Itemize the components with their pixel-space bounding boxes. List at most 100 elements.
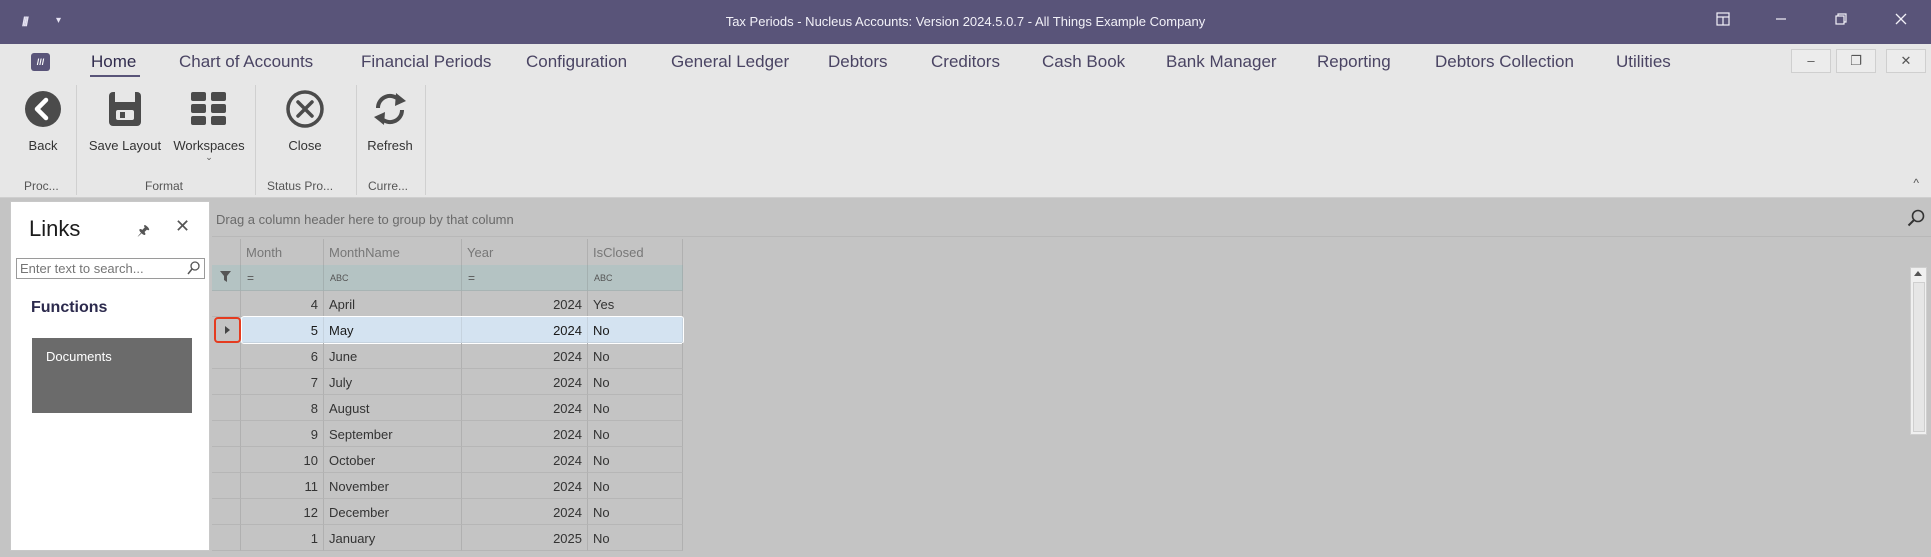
layout-icon[interactable] xyxy=(1710,10,1736,34)
cell-monthname[interactable]: July xyxy=(324,369,462,395)
cell-monthname[interactable]: October xyxy=(324,447,462,473)
table-row[interactable]: 9 September 2024 No xyxy=(212,421,683,447)
tab-bank-manager[interactable]: Bank Manager xyxy=(1166,52,1277,72)
back-button[interactable]: Back xyxy=(20,88,66,153)
cell-isclosed[interactable]: No xyxy=(588,447,683,473)
row-indicator[interactable] xyxy=(212,447,241,473)
cell-isclosed[interactable]: No xyxy=(588,395,683,421)
app-logo-icon[interactable]: /// xyxy=(31,53,50,71)
cell-isclosed[interactable]: No xyxy=(588,369,683,395)
tab-cash-book[interactable]: Cash Book xyxy=(1042,52,1125,72)
refresh-button[interactable]: Refresh xyxy=(362,88,418,153)
filter-year[interactable]: = xyxy=(462,265,588,291)
table-row[interactable]: 7 July 2024 No xyxy=(212,369,683,395)
table-row[interactable]: 6 June 2024 No xyxy=(212,343,683,369)
cell-isclosed[interactable]: No xyxy=(588,473,683,499)
tab-general-ledger[interactable]: General Ledger xyxy=(671,52,789,72)
tab-utilities[interactable]: Utilities xyxy=(1616,52,1671,72)
row-indicator[interactable] xyxy=(212,343,241,369)
cell-year[interactable]: 2024 xyxy=(462,447,588,473)
cell-monthname[interactable]: December xyxy=(324,499,462,525)
tab-reporting[interactable]: Reporting xyxy=(1317,52,1391,72)
close-window-icon[interactable] xyxy=(1888,10,1914,34)
cell-month[interactable]: 7 xyxy=(241,369,324,395)
table-row[interactable]: 11 November 2024 No xyxy=(212,473,683,499)
focused-row-indicator[interactable] xyxy=(214,317,241,343)
cell-year[interactable]: 2024 xyxy=(462,317,588,343)
row-indicator[interactable] xyxy=(212,473,241,499)
table-row[interactable]: 12 December 2024 No xyxy=(212,499,683,525)
cell-isclosed[interactable]: No xyxy=(588,343,683,369)
cell-isclosed[interactable]: No xyxy=(588,499,683,525)
mdi-minimize-icon[interactable]: – xyxy=(1791,49,1831,73)
scroll-thumb[interactable] xyxy=(1913,282,1925,432)
cell-month[interactable]: 6 xyxy=(241,343,324,369)
row-indicator[interactable] xyxy=(212,421,241,447)
cell-monthname[interactable]: August xyxy=(324,395,462,421)
cell-monthname[interactable]: November xyxy=(324,473,462,499)
tab-creditors[interactable]: Creditors xyxy=(931,52,1000,72)
workspaces-button[interactable]: Workspaces ⌄ xyxy=(171,88,247,163)
cell-year[interactable]: 2024 xyxy=(462,421,588,447)
cell-year[interactable]: 2024 xyxy=(462,343,588,369)
cell-year[interactable]: 2025 xyxy=(462,525,588,551)
filter-isclosed[interactable]: ABC xyxy=(588,265,683,291)
cell-year[interactable]: 2024 xyxy=(462,499,588,525)
row-indicator[interactable] xyxy=(212,525,241,551)
cell-month[interactable]: 9 xyxy=(241,421,324,447)
cell-year[interactable]: 2024 xyxy=(462,473,588,499)
grid-search-icon[interactable] xyxy=(1907,209,1925,232)
tab-home[interactable]: Home xyxy=(91,52,136,72)
close-panel-icon[interactable]: ✕ xyxy=(175,216,190,237)
column-header-month[interactable]: Month xyxy=(241,239,324,265)
minimize-icon[interactable] xyxy=(1768,10,1794,34)
cell-month[interactable]: 5 xyxy=(241,317,324,343)
cell-month[interactable]: 12 xyxy=(241,499,324,525)
cell-year[interactable]: 2024 xyxy=(462,369,588,395)
vertical-scrollbar[interactable] xyxy=(1910,267,1927,435)
cell-month[interactable]: 4 xyxy=(241,291,324,317)
cell-monthname[interactable]: September xyxy=(324,421,462,447)
column-header-year[interactable]: Year xyxy=(462,239,588,265)
row-indicator[interactable] xyxy=(212,499,241,525)
mdi-close-icon[interactable]: ✕ xyxy=(1886,49,1926,73)
filter-month[interactable]: = xyxy=(241,265,324,291)
cell-monthname[interactable]: May xyxy=(324,317,462,343)
cell-month[interactable]: 10 xyxy=(241,447,324,473)
tab-financial-periods[interactable]: Financial Periods xyxy=(361,52,491,72)
restore-icon[interactable] xyxy=(1828,10,1854,34)
mdi-restore-icon[interactable]: ❐ xyxy=(1836,49,1876,73)
table-row[interactable]: 1 January 2025 No xyxy=(212,525,683,551)
cell-monthname[interactable]: April xyxy=(324,291,462,317)
search-icon[interactable] xyxy=(187,261,200,280)
table-row[interactable]: 8 August 2024 No xyxy=(212,395,683,421)
save-layout-button[interactable]: Save Layout xyxy=(85,88,165,153)
cell-isclosed[interactable]: No xyxy=(588,525,683,551)
filter-monthname[interactable]: ABC xyxy=(324,265,462,291)
cell-monthname[interactable]: June xyxy=(324,343,462,369)
row-indicator[interactable] xyxy=(212,395,241,421)
tab-debtors-collection[interactable]: Debtors Collection xyxy=(1435,52,1574,72)
cell-monthname[interactable]: January xyxy=(324,525,462,551)
cell-isclosed[interactable]: No xyxy=(588,421,683,447)
tab-chart-of-accounts[interactable]: Chart of Accounts xyxy=(179,52,313,72)
tab-debtors[interactable]: Debtors xyxy=(828,52,888,72)
close-button[interactable]: Close xyxy=(280,88,330,153)
cell-year[interactable]: 2024 xyxy=(462,395,588,421)
documents-link[interactable]: Documents xyxy=(32,338,192,413)
table-row[interactable]: 4 April 2024 Yes xyxy=(212,291,683,317)
cell-isclosed[interactable]: No xyxy=(588,317,683,343)
links-search-input[interactable] xyxy=(17,259,177,278)
collapse-ribbon-icon[interactable]: ^ xyxy=(1913,176,1919,190)
cell-isclosed[interactable]: Yes xyxy=(588,291,683,317)
table-row[interactable]: 10 October 2024 No xyxy=(212,447,683,473)
column-header-isclosed[interactable]: IsClosed xyxy=(588,239,683,265)
row-indicator[interactable] xyxy=(212,369,241,395)
column-header-monthname[interactable]: MonthName xyxy=(324,239,462,265)
scroll-up-icon[interactable] xyxy=(1914,271,1922,276)
filter-icon[interactable] xyxy=(212,265,241,291)
group-panel[interactable]: Drag a column header here to group by th… xyxy=(212,201,1931,237)
table-row-selected[interactable]: 5 May 2024 No xyxy=(212,317,683,343)
tab-configuration[interactable]: Configuration xyxy=(526,52,627,72)
row-indicator[interactable] xyxy=(212,291,241,317)
